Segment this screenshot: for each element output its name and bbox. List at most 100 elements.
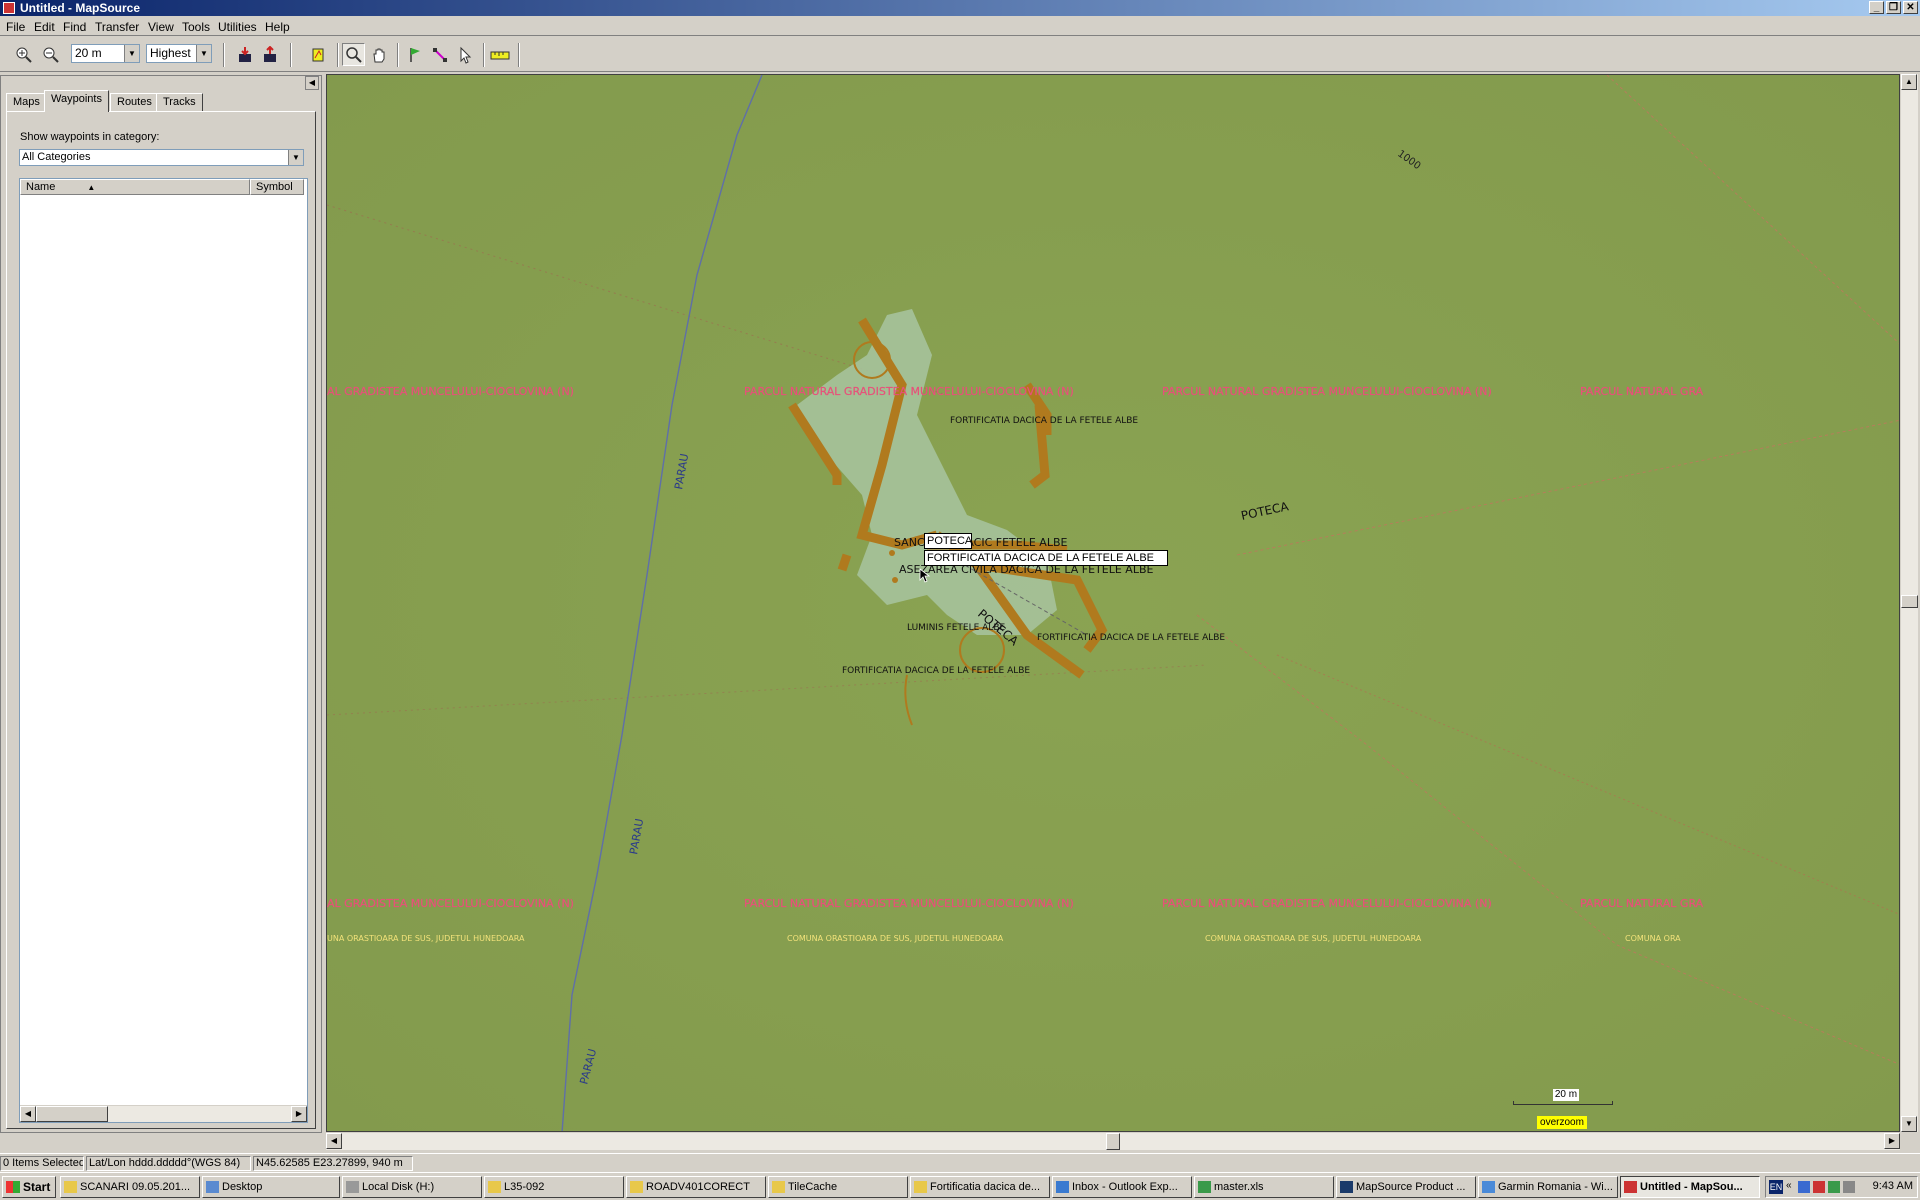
waypoint-tool-button[interactable] [403,43,426,66]
commune-label: UNA ORASTIOARA DE SUS, JUDETUL HUNEDOARA [327,934,525,943]
zoom-out-icon [43,47,59,63]
zoom-level-select[interactable]: 20 m ▼ [71,44,140,63]
route-tool-button[interactable] [428,43,451,66]
zoom-tool-button[interactable] [342,43,365,66]
update-icon[interactable] [1828,1181,1840,1193]
category-value: All Categories [22,151,91,163]
zoom-in-button[interactable] [12,43,35,66]
tab-maps[interactable]: Maps [6,93,47,111]
taskbar-item-label: Desktop [222,1181,263,1193]
map-vertical-scrollbar[interactable]: ▲ ▼ [1901,74,1918,1132]
folder-icon [488,1181,501,1193]
waypoint-list[interactable]: Name ▲ Symbol ◀ ▶ [19,178,308,1123]
menu-find[interactable]: Find [63,20,86,34]
hand-tool-button[interactable] [367,43,390,66]
detail-level-select[interactable]: Highest ▼ [146,44,212,63]
scroll-down-button[interactable]: ▼ [1901,1116,1917,1132]
zoom-in-icon [16,47,32,63]
taskbar-item[interactable]: TileCache [768,1176,908,1198]
commune-label: COMUNA ORA [1625,934,1681,943]
park-label: PARCUL NATURAL GRADISTEA MUNCELULUI-CIOC… [744,897,1074,910]
map-tool-button[interactable] [306,43,329,66]
toolbar-divider [290,43,292,67]
menu-utilities[interactable]: Utilities [218,20,257,34]
detail-level-value: Highest [150,46,191,60]
hand-icon [372,48,384,62]
collapse-panel-button[interactable]: ◀ [305,76,319,90]
app-icon [3,2,15,14]
map-horizontal-scrollbar[interactable]: ◀ ▶ [326,1133,1900,1150]
taskbar-item[interactable]: master.xls [1194,1176,1334,1198]
menu-edit[interactable]: Edit [34,20,55,34]
taskbar-item-label: ROADV401CORECT [646,1181,750,1193]
category-select[interactable]: All Categories ▼ [19,149,304,166]
receive-from-device-button[interactable] [233,43,256,66]
restore-button[interactable]: ❐ [1886,1,1901,14]
taskbar-item[interactable]: MapSource Product ... [1336,1176,1476,1198]
taskbar-item[interactable]: Fortificatia dacica de... [910,1176,1050,1198]
map-view[interactable]: AL GRADISTEA MUNCELULUI-CIOCLOVINA (N) P… [326,74,1900,1132]
minimize-button[interactable]: _ [1869,1,1884,14]
selection-tool-button[interactable] [453,43,476,66]
status-selection: 0 Items Selected [0,1156,84,1171]
scroll-thumb[interactable] [1901,595,1918,608]
tab-waypoints[interactable]: Waypoints [44,90,109,112]
map-canvas[interactable]: AL GRADISTEA MUNCELULUI-CIOCLOVINA (N) P… [327,75,1900,1132]
scroll-up-button[interactable]: ▲ [1901,74,1917,90]
scroll-right-button[interactable]: ▶ [1884,1133,1900,1149]
taskbar-item[interactable]: L35-092 [484,1176,624,1198]
security-icon[interactable] [1813,1181,1825,1193]
language-indicator[interactable]: EN [1769,1180,1783,1194]
terrain-background [327,75,1899,1131]
taskbar-item-label: SCANARI 09.05.201... [80,1181,191,1193]
menu-file[interactable]: File [6,20,25,34]
taskbar-item-label: Untitled - MapSou... [1640,1181,1743,1193]
menu-help[interactable]: Help [265,20,290,34]
mapsource-icon [1624,1181,1637,1193]
scroll-thumb[interactable] [1106,1133,1120,1150]
taskbar-item-label: Inbox - Outlook Exp... [1072,1181,1178,1193]
taskbar-item-active[interactable]: Untitled - MapSou... [1620,1176,1760,1198]
clock[interactable]: 9:43 AM [1873,1180,1913,1192]
volume-icon[interactable] [1843,1181,1855,1193]
scroll-thumb[interactable] [36,1106,108,1122]
zoom-out-button[interactable] [39,43,62,66]
distance-tool-button[interactable] [488,43,511,66]
menu-tools[interactable]: Tools [182,20,210,34]
taskbar-item[interactable]: Inbox - Outlook Exp... [1052,1176,1192,1198]
send-to-device-button[interactable] [258,43,281,66]
tab-routes[interactable]: Routes [110,93,159,111]
list-horizontal-scrollbar[interactable]: ◀ ▶ [20,1105,307,1122]
menu-view[interactable]: View [148,20,174,34]
taskbar-item-label: master.xls [1214,1181,1264,1193]
taskbar-item-label: TileCache [788,1181,838,1193]
column-header-name[interactable]: Name ▲ [20,179,250,195]
chevron-left-icon[interactable]: « [1786,1180,1792,1191]
close-button[interactable]: ✕ [1903,1,1918,14]
folder-icon [630,1181,643,1193]
scroll-right-button[interactable]: ▶ [291,1106,307,1122]
start-button[interactable]: Start [2,1176,56,1198]
windows-logo-icon [6,1181,20,1193]
network-icon[interactable] [1798,1181,1810,1193]
taskbar-item[interactable]: Desktop [202,1176,340,1198]
folder-icon [914,1181,927,1193]
taskbar-item[interactable]: SCANARI 09.05.201... [60,1176,200,1198]
folder-icon [64,1181,77,1193]
column-header-symbol[interactable]: Symbol [250,179,304,195]
taskbar: Start SCANARI 09.05.201... Desktop Local… [0,1172,1920,1200]
taskbar-item[interactable]: ROADV401CORECT [626,1176,766,1198]
park-label: PARCUL NATURAL GRA [1580,897,1704,910]
scroll-left-button[interactable]: ◀ [20,1106,36,1122]
tab-tracks[interactable]: Tracks [156,93,203,111]
receive-from-device-icon [238,46,251,62]
chevron-down-icon: ▼ [124,45,139,62]
scroll-left-button[interactable]: ◀ [326,1133,342,1149]
drive-icon [346,1181,359,1193]
taskbar-item[interactable]: Local Disk (H:) [342,1176,482,1198]
chevron-down-icon: ▼ [288,150,303,165]
menu-transfer[interactable]: Transfer [95,20,139,34]
zoom-level-value: 20 m [75,46,102,60]
commune-label: COMUNA ORASTIOARA DE SUS, JUDETUL HUNEDO… [787,934,1004,943]
taskbar-item[interactable]: Garmin Romania - Wi... [1478,1176,1618,1198]
